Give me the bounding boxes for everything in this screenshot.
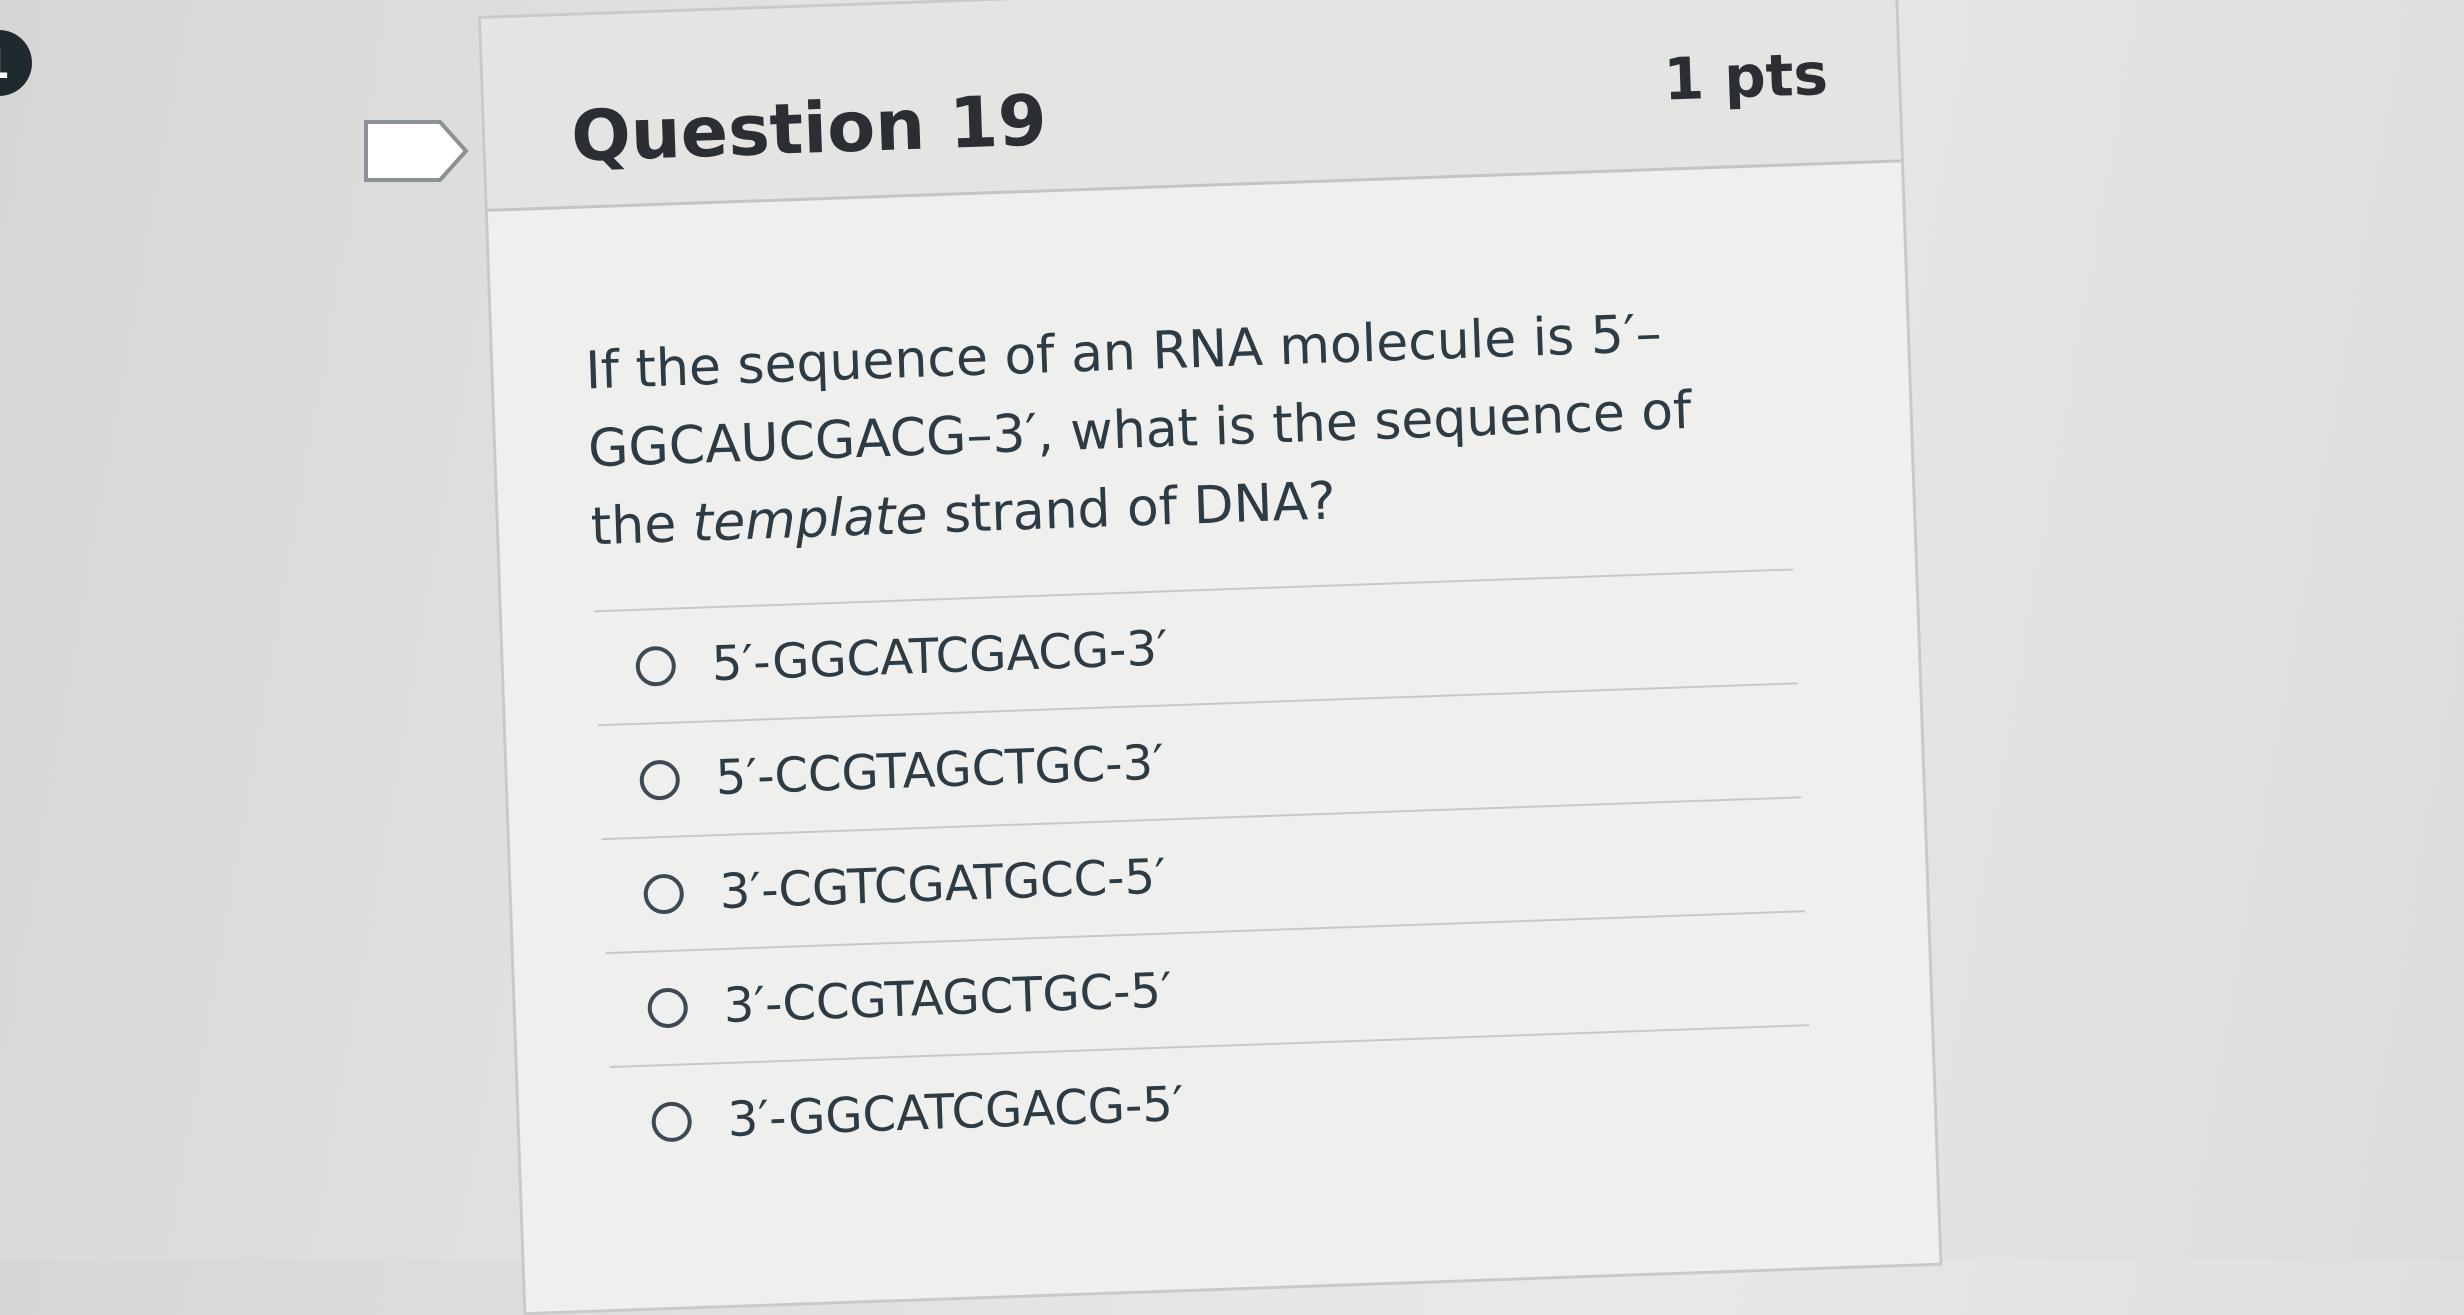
question-number-badge[interactable]: 1	[0, 30, 32, 96]
question-text-part2: strand of DNA?	[926, 471, 1337, 546]
answer-label: 3′-GGCATCGACG-5′	[726, 1076, 1185, 1148]
answer-list: 5′-GGCATCGACG-3′ 5′-CCGTAGCTGC-3′ 3′-CGT…	[593, 568, 1813, 1180]
flag-icon[interactable]	[362, 118, 472, 184]
question-title: Question 19	[569, 79, 1049, 178]
question-number-label: 1	[0, 39, 10, 88]
question-text-emphasis: template	[691, 485, 929, 554]
answer-label: 3′-CCGTAGCTGC-5′	[722, 962, 1173, 1035]
answer-label: 3′-CGTCGATGCC-5′	[718, 848, 1167, 921]
radio-button-icon[interactable]	[635, 645, 677, 687]
question-text: If the sequence of an RNA molecule is 5′…	[584, 291, 1771, 566]
radio-button-icon[interactable]	[639, 759, 681, 801]
question-points: 1 pts	[1662, 39, 1830, 114]
answer-label: 5′-CCGTAGCTGC-3′	[714, 734, 1165, 807]
radio-button-icon[interactable]	[643, 873, 685, 915]
question-body: If the sequence of an RNA molecule is 5′…	[488, 162, 1935, 1183]
radio-button-icon[interactable]	[651, 1101, 693, 1143]
answer-label: 5′-GGCATCGACG-3′	[710, 620, 1169, 693]
radio-button-icon[interactable]	[647, 987, 689, 1029]
question-card: Question 19 1 pts If the sequence of an …	[478, 0, 1943, 1315]
